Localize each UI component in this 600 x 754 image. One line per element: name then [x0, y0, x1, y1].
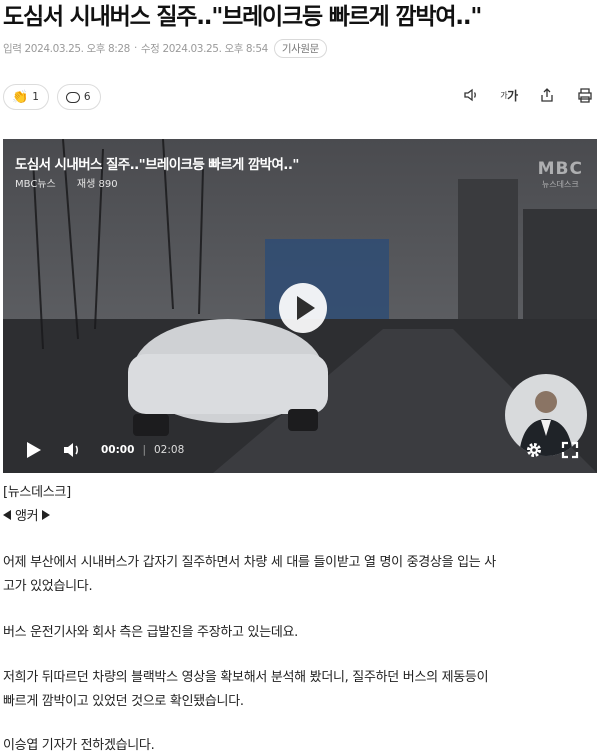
font-size-small-glyph: 가 — [500, 90, 508, 100]
total-time: 02:08 — [153, 444, 185, 456]
logo-top-text: MBC — [537, 159, 583, 179]
like-button[interactable]: 👏 1 — [3, 84, 49, 110]
volume-icon[interactable] — [63, 442, 81, 458]
article-headline: 도심서 시내버스 질주.."브레이크등 빠르게 깜박여.." — [3, 4, 482, 30]
broadcaster-logo: MBC 뉴스데스크 — [538, 159, 583, 190]
edit-date: 2024.03.25. 오후 8:54 — [162, 42, 268, 55]
left-triangle-icon — [3, 509, 11, 520]
paragraph-1-line-2: 고가 있었습니다. — [3, 579, 93, 594]
current-time: 00:00 — [101, 444, 135, 456]
play-overlay-button[interactable] — [279, 283, 327, 333]
video-title: 도심서 시내버스 질주.."브레이크등 빠르게 깜박여.." — [15, 157, 299, 173]
meta-separator: · — [133, 42, 137, 54]
speaker-icon — [464, 88, 476, 102]
video-controls: 00:00 | 02:08 — [3, 427, 597, 473]
paragraph-3-line-2: 빠르게 깜박이고 있었던 것으로 확인됐습니다. — [3, 694, 244, 709]
play-icon[interactable] — [27, 442, 41, 458]
like-count: 1 — [32, 91, 39, 103]
input-date: 2024.03.25. 오후 8:28 — [24, 42, 131, 55]
anchor-label-row: 앵커 — [3, 505, 51, 524]
input-label: 입력 — [3, 42, 22, 55]
video-channel: MBC뉴스 — [15, 179, 56, 190]
original-article-button[interactable]: 기사원문 — [273, 38, 327, 58]
comment-button[interactable]: 6 — [56, 84, 101, 110]
share-icon — [541, 88, 553, 102]
fullscreen-icon[interactable] — [561, 441, 579, 459]
edit-label: 수정 — [140, 42, 160, 55]
tts-button[interactable] — [462, 86, 480, 104]
right-triangle-icon — [42, 509, 51, 520]
share-button[interactable] — [538, 86, 556, 104]
anchor-label: 앵커 — [15, 509, 39, 524]
paragraph-3-line-1: 저희가 뒤따르던 차량의 블랙박스 영상을 확보해서 분석해 봤더니, 질주하던… — [3, 670, 489, 685]
paragraph-1-line-1: 어제 부산에서 시내버스가 갑자기 질주하면서 차량 세 대를 들이받고 열 명… — [3, 555, 496, 570]
reaction-bar: 👏 1 6 — [3, 84, 101, 110]
video-right-controls — [525, 441, 579, 459]
article-meta: 입력 2024.03.25. 오후 8:28 · 수정 2024.03.25. … — [3, 38, 327, 58]
article-tools: 가가 — [462, 86, 594, 104]
clap-icon: 👏 — [12, 89, 29, 105]
video-player[interactable]: 도심서 시내버스 질주.."브레이크등 빠르게 깜박여.." MBC뉴스 재생 … — [3, 139, 597, 473]
video-view-count: 재생 890 — [76, 179, 118, 190]
comment-count: 6 — [83, 91, 91, 103]
print-button[interactable] — [576, 86, 594, 104]
settings-gear-icon[interactable] — [525, 441, 543, 459]
paragraph-4: 이승엽 기자가 전하겠습니다. — [3, 738, 155, 753]
comment-icon — [65, 91, 80, 103]
time-divider: | — [142, 444, 146, 456]
program-label: [뉴스데스크] — [3, 485, 71, 500]
video-subtitle: MBC뉴스 재생 890 — [15, 175, 118, 190]
font-size-button[interactable]: 가가 — [500, 86, 518, 104]
logo-bottom-text: 뉴스데스크 — [541, 180, 579, 189]
paragraph-2: 버스 운전기사와 회사 측은 급발진을 주장하고 있는데요. — [3, 625, 299, 640]
font-size-glyph: 가 — [507, 88, 518, 103]
print-icon — [578, 88, 592, 103]
